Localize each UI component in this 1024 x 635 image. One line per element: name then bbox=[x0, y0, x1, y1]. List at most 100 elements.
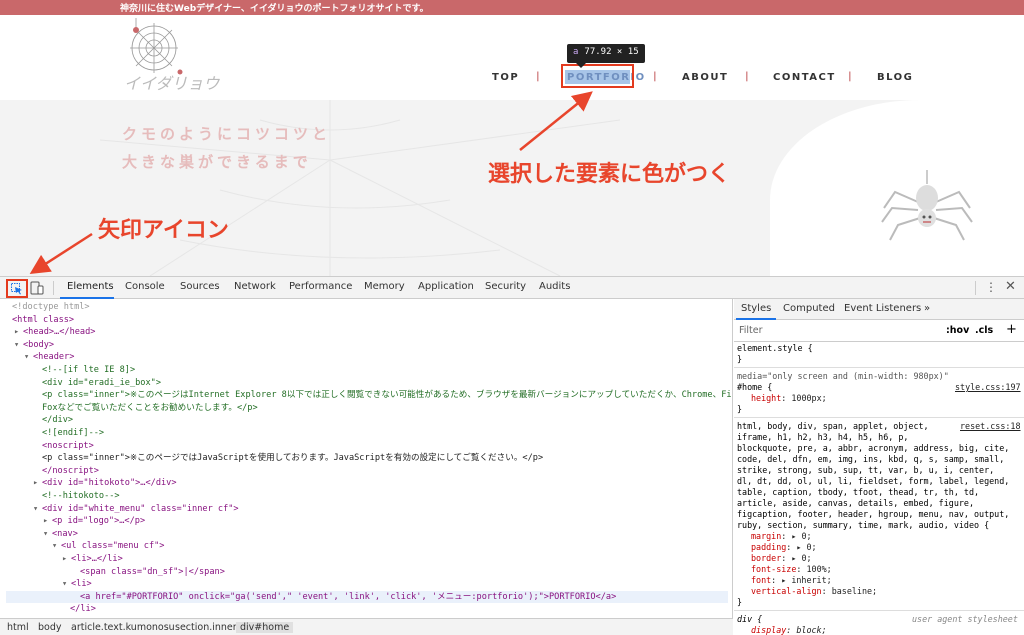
dom-line[interactable]: ▸ <div id="hitokoto">…</div> bbox=[33, 477, 177, 490]
nav-blog[interactable]: BLOG bbox=[877, 72, 913, 83]
media-query: media="only screen and (min-width: 980px… bbox=[737, 371, 949, 381]
rule-close: } bbox=[737, 354, 743, 364]
rule-selector: strike, strong, sub, sup, tt, var, b, u,… bbox=[737, 465, 995, 475]
dom-line[interactable]: ▸ <p id="logo">…</p> bbox=[43, 515, 145, 528]
more-tabs-icon[interactable]: » bbox=[924, 303, 930, 314]
cls-button[interactable]: .cls bbox=[975, 325, 993, 336]
breadcrumb-item[interactable]: article.text.kumonosu bbox=[71, 622, 175, 633]
tab-performance[interactable]: Performance bbox=[289, 281, 352, 292]
dom-line[interactable]: <![endif]--> bbox=[42, 427, 104, 440]
elements-tree[interactable]: <!doctype html> <html class> ▸ <head>…</h… bbox=[0, 299, 733, 618]
divider bbox=[734, 610, 1024, 611]
rule-selector: iframe, h1, h2, h3, h4, h5, h6, p, bbox=[737, 432, 909, 442]
cursor-arrow-icon bbox=[11, 283, 22, 295]
tab-divider bbox=[53, 281, 54, 295]
rule-selector: div { bbox=[737, 614, 763, 624]
dom-line[interactable]: <p class="inner">※このページではJavaScriptを使用して… bbox=[42, 452, 543, 465]
nav-top[interactable]: TOP bbox=[492, 72, 519, 83]
dom-line[interactable]: ▾ <li> bbox=[62, 578, 92, 591]
tooltip-tag: a bbox=[573, 47, 579, 57]
tab-sources[interactable]: Sources bbox=[180, 281, 220, 292]
breadcrumb-item[interactable]: html bbox=[7, 622, 29, 633]
close-icon[interactable]: ✕ bbox=[1005, 279, 1016, 294]
breadcrumb-item[interactable]: section.inner bbox=[175, 622, 237, 633]
dom-line[interactable]: <noscript> bbox=[42, 440, 94, 453]
source-ua: user agent stylesheet bbox=[912, 614, 1018, 624]
tab-memory[interactable]: Memory bbox=[364, 281, 405, 292]
tab-computed[interactable]: Computed bbox=[783, 303, 835, 314]
add-rule-icon[interactable]: + bbox=[1006, 322, 1017, 337]
dom-line[interactable]: </div> bbox=[42, 414, 73, 427]
dom-line[interactable]: <div id="eradi_ie_box"> bbox=[42, 377, 161, 390]
dom-line[interactable]: ▸ <li>…</li> bbox=[62, 553, 123, 566]
tab-security[interactable]: Security bbox=[485, 281, 526, 292]
breadcrumb-item-active[interactable]: div#home bbox=[236, 622, 294, 633]
style-property[interactable]: font-size: 100%; bbox=[751, 564, 832, 575]
hov-button[interactable]: :hov bbox=[946, 325, 969, 336]
tab-styles[interactable]: Styles bbox=[741, 303, 771, 314]
style-property[interactable]: height: 1000px; bbox=[751, 393, 827, 404]
style-property[interactable]: border: ▸ 0; bbox=[751, 553, 812, 564]
dom-line[interactable]: <!--hitokoto--> bbox=[42, 490, 120, 503]
more-options-icon[interactable]: ⋮ bbox=[985, 280, 997, 294]
website-preview: 神奈川に住むWebデザイナー、イイダリョウのポートフォリオサイトです。 イイダリ… bbox=[0, 0, 1024, 276]
divider bbox=[734, 417, 1024, 418]
style-property[interactable]: vertical-align: baseline; bbox=[751, 586, 877, 597]
dom-line[interactable]: ▸ <head>…</head> bbox=[14, 326, 95, 339]
tab-elements[interactable]: Elements bbox=[67, 281, 114, 292]
dom-line[interactable]: <!doctype html> bbox=[12, 301, 90, 314]
tab-console[interactable]: Console bbox=[125, 281, 165, 292]
source-link[interactable]: reset.css:18 bbox=[960, 421, 1021, 432]
dom-line[interactable]: </noscript> bbox=[42, 465, 99, 478]
dom-line[interactable]: <html class> bbox=[12, 314, 74, 327]
dom-line[interactable]: ▾ <div id="white_menu" class="inner cf"> bbox=[33, 503, 239, 516]
styles-tabs: Styles Computed Event Listeners » bbox=[734, 299, 1024, 320]
devtools-tabbar: Elements Console Sources Network Perform… bbox=[0, 277, 1024, 299]
tab-event-listeners[interactable]: Event Listeners bbox=[844, 303, 921, 314]
dom-line-selected[interactable]: <a href="#PORTFORIO" onclick="ga('send',… bbox=[6, 590, 728, 604]
rule-selector: figcaption, footer, header, hgroup, menu… bbox=[737, 509, 1010, 519]
inspect-tooltip: a 77.92 × 15 bbox=[567, 44, 645, 63]
device-toolbar-icon[interactable] bbox=[30, 281, 44, 295]
nav-separator: | bbox=[653, 71, 657, 82]
annotation-arrow-icon-text: 矢印アイコン bbox=[98, 218, 229, 243]
hero-line-2: 大きな巣ができるまで bbox=[122, 153, 312, 171]
tab-network[interactable]: Network bbox=[234, 281, 276, 292]
rule-selector: article, aside, canvas, details, embed, … bbox=[737, 498, 974, 508]
tab-divider bbox=[975, 281, 976, 295]
style-property[interactable]: font: ▸ inherit; bbox=[751, 575, 832, 586]
divider bbox=[734, 367, 1024, 368]
annotation-highlight-box bbox=[561, 64, 634, 88]
breadcrumb-item[interactable]: body bbox=[38, 622, 62, 633]
nav-separator: | bbox=[745, 71, 749, 82]
source-link[interactable]: style.css:197 bbox=[955, 382, 1021, 393]
rule-close: } bbox=[737, 597, 743, 607]
nav-contact[interactable]: CONTACT bbox=[773, 72, 836, 83]
dom-line[interactable]: </li> bbox=[70, 603, 96, 616]
rule-selector: ruby, section, summary, time, mark, audi… bbox=[737, 520, 990, 530]
nav-about[interactable]: ABOUT bbox=[682, 72, 728, 83]
tab-audits[interactable]: Audits bbox=[539, 281, 570, 292]
style-property[interactable]: display: block; bbox=[751, 625, 827, 635]
filter-input[interactable]: Filter bbox=[739, 325, 763, 336]
styles-filter-bar: Filter :hov .cls + bbox=[734, 320, 1024, 342]
dom-line[interactable]: ▾ <ul class="menu cf"> bbox=[52, 540, 164, 553]
inspect-element-button[interactable] bbox=[6, 279, 28, 298]
dom-line[interactable]: <span class="dn_sf">|</span> bbox=[80, 566, 225, 579]
rule-selector: dl, dt, dd, ol, ul, li, fieldset, form, … bbox=[737, 476, 1010, 486]
rule-selector: html, body, div, span, applet, object, bbox=[737, 421, 929, 431]
dom-line[interactable]: ▾ <nav> bbox=[43, 528, 78, 541]
tooltip-arrow bbox=[576, 63, 586, 68]
screenshot-root: { "site": { "topbar_text": "神奈川に住むWebデザイ… bbox=[0, 0, 1024, 635]
dom-line[interactable]: <p class="inner">※このページはInternet Explore… bbox=[42, 389, 732, 402]
style-property[interactable]: margin: ▸ 0; bbox=[751, 531, 812, 542]
dom-line[interactable]: ▾ <body> bbox=[14, 339, 54, 352]
style-property[interactable]: padding: ▸ 0; bbox=[751, 542, 817, 553]
spider-icon bbox=[881, 170, 973, 241]
dom-line[interactable]: <!--[if lte IE 8]> bbox=[42, 364, 135, 377]
dom-line[interactable]: ▾ <header> bbox=[24, 351, 74, 364]
breadcrumb: html body article.text.kumonosu section.… bbox=[0, 618, 733, 635]
dom-line[interactable]: Foxなどでご覧いただくことをお勧めいたします。</p> bbox=[42, 402, 258, 415]
hero-text: クモのようにコツコツと 大きな巣ができるまで bbox=[122, 120, 331, 176]
tab-application[interactable]: Application bbox=[418, 281, 474, 292]
